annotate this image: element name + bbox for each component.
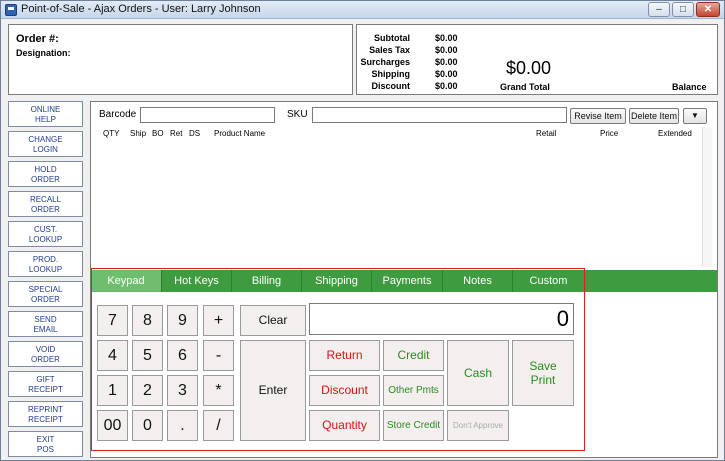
clear-button[interactable]: Clear <box>240 305 306 336</box>
key-5[interactable]: 5 <box>132 340 163 371</box>
other-payments-button[interactable]: Other Pmts <box>383 375 444 406</box>
col-ship: Ship <box>130 129 147 138</box>
return-button[interactable]: Return <box>309 340 380 371</box>
save-label: Save <box>529 359 557 373</box>
prod-lookup-button[interactable]: PROD. LOOKUP <box>8 251 83 277</box>
sales-tax-value: $0.00 <box>435 45 458 55</box>
title-bar: Point-of-Sale - Ajax Orders - User: Larr… <box>1 1 724 19</box>
sku-label: SKU <box>287 109 308 120</box>
key-00[interactable]: 00 <box>97 410 128 441</box>
keypad-display: 0 <box>309 303 574 335</box>
key-plus[interactable]: + <box>203 305 234 336</box>
subtotal-value: $0.00 <box>435 33 458 43</box>
grand-total-value: $0.00 <box>506 58 552 78</box>
discount-label: Discount <box>371 81 410 91</box>
subtotal-label: Subtotal <box>374 33 410 43</box>
main-panel: Barcode SKU Revise Item Delete Item ▼ QT… <box>90 101 718 458</box>
send-email-button[interactable]: SEND EMAIL <box>8 311 83 337</box>
online-help-button[interactable]: ONLINE HELP <box>8 101 83 127</box>
order-info-panel: Order #: Designation: <box>8 24 353 95</box>
pos-window: Point-of-Sale - Ajax Orders - User: Larr… <box>0 0 725 461</box>
discount-value: $0.00 <box>435 81 458 91</box>
reprint-receipt-button[interactable]: REPRINT RECEIPT <box>8 401 83 427</box>
col-ds: DS <box>189 129 201 138</box>
barcode-input[interactable] <box>140 107 275 123</box>
designation-label: Designation: <box>16 48 71 58</box>
key-2[interactable]: 2 <box>132 375 163 406</box>
key-3[interactable]: 3 <box>167 375 198 406</box>
key-multiply[interactable]: * <box>203 375 234 406</box>
barcode-label: Barcode <box>99 109 137 120</box>
col-price: Price <box>600 129 619 138</box>
exit-pos-button[interactable]: EXIT POS <box>8 431 83 457</box>
surcharges-label: Surcharges <box>360 57 410 67</box>
key-minus[interactable]: - <box>203 340 234 371</box>
close-button[interactable]: ✕ <box>696 2 720 17</box>
key-1[interactable]: 1 <box>97 375 128 406</box>
list-scrollbar[interactable] <box>702 127 712 267</box>
print-label: Print <box>530 373 556 387</box>
window-title: Point-of-Sale - Ajax Orders - User: Larr… <box>21 3 261 15</box>
col-product-name: Product Name <box>214 129 266 138</box>
sku-input[interactable] <box>312 107 567 123</box>
balance-label: Balance <box>672 82 707 92</box>
cust-lookup-button[interactable]: CUST. LOOKUP <box>8 221 83 247</box>
key-4[interactable]: 4 <box>97 340 128 371</box>
gift-receipt-button[interactable]: GIFT RECEIPT <box>8 371 83 397</box>
col-ret: Ret <box>170 129 183 138</box>
enter-button[interactable]: Enter <box>240 340 306 441</box>
change-login-button[interactable]: CHANGE LOGIN <box>8 131 83 157</box>
app-icon <box>5 4 17 16</box>
quantity-button[interactable]: Quantity <box>309 410 380 441</box>
key-divide[interactable]: / <box>203 410 234 441</box>
col-extended: Extended <box>658 129 692 138</box>
maximize-button[interactable]: □ <box>672 2 694 17</box>
discount-button[interactable]: Discount <box>309 375 380 406</box>
revise-item-button[interactable]: Revise Item <box>570 108 626 124</box>
shipping-value: $0.00 <box>435 69 458 79</box>
key-9[interactable]: 9 <box>167 305 198 336</box>
key-0[interactable]: 0 <box>132 410 163 441</box>
delete-item-button[interactable]: Delete Item <box>629 108 679 124</box>
grand-total-label: Grand Total <box>500 82 550 92</box>
cash-button[interactable]: Cash <box>447 340 509 406</box>
sales-tax-label: Sales Tax <box>369 45 410 55</box>
special-order-button[interactable]: SPECIAL ORDER <box>8 281 83 307</box>
shipping-label: Shipping <box>371 69 411 79</box>
void-order-button[interactable]: VOID ORDER <box>8 341 83 367</box>
credit-button[interactable]: Credit <box>383 340 444 371</box>
dont-approve-button[interactable]: Don't Approve <box>447 410 509 441</box>
surcharges-value: $0.00 <box>435 57 458 67</box>
dropdown-arrow-icon[interactable]: ▼ <box>683 108 707 124</box>
hold-order-button[interactable]: HOLD ORDER <box>8 161 83 187</box>
store-credit-button[interactable]: Store Credit <box>383 410 444 441</box>
order-number-label: Order #: <box>16 33 59 45</box>
col-qty: QTY <box>103 129 120 138</box>
key-7[interactable]: 7 <box>97 305 128 336</box>
totals-panel: Subtotal $0.00 Sales Tax $0.00 Surcharge… <box>356 24 718 95</box>
key-8[interactable]: 8 <box>132 305 163 336</box>
minimize-button[interactable]: – <box>648 2 670 17</box>
save-print-button[interactable]: Save Print <box>512 340 574 406</box>
recall-order-button[interactable]: RECALL ORDER <box>8 191 83 217</box>
key-decimal[interactable]: . <box>167 410 198 441</box>
col-retail: Retail <box>536 129 557 138</box>
col-bo: BO <box>152 129 164 138</box>
key-6[interactable]: 6 <box>167 340 198 371</box>
